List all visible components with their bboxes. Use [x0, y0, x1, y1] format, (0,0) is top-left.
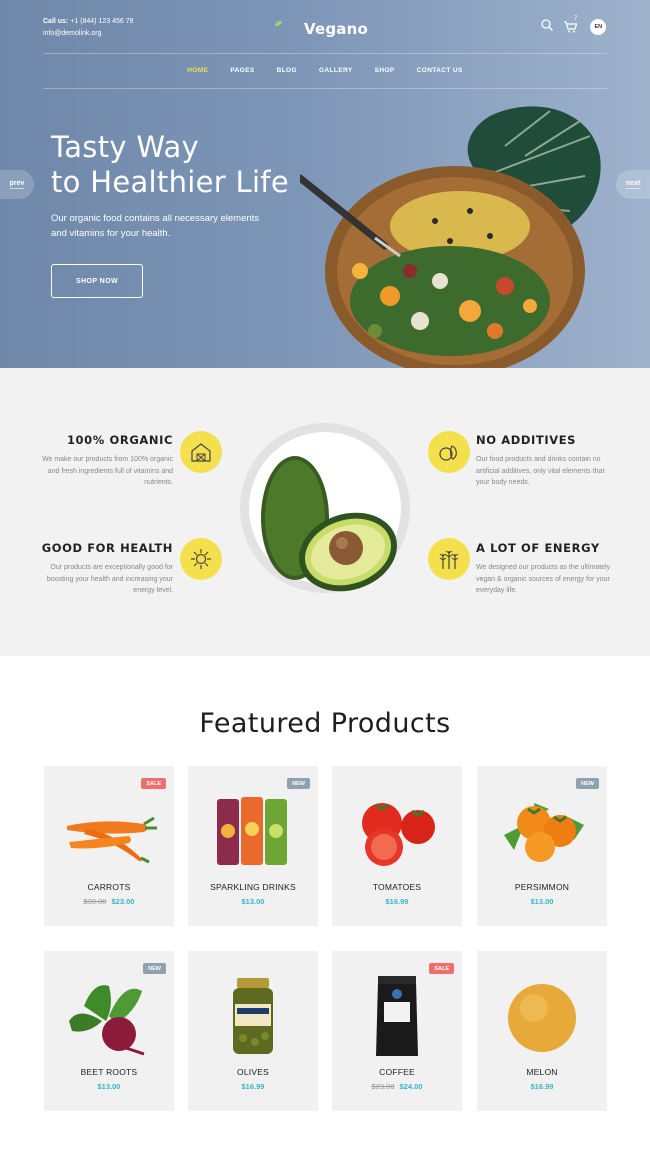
main-nav: HOME PAGES BLOG GALLERY SHOP CONTACT US [0, 67, 650, 74]
current-price: $13.00 [241, 897, 265, 906]
logo-text: Vegano [304, 20, 369, 38]
hero-section: Call us: +1 (844) 123 456 78 info@demoli… [0, 0, 650, 368]
slider-next-button[interactable]: next [616, 170, 650, 199]
nav-pages[interactable]: PAGES [230, 67, 254, 74]
product-card-coffee[interactable]: SALE COFFEE $23.00 $24.00 [332, 951, 462, 1111]
product-card-tomatoes[interactable]: TOMATOES $16.99 [332, 766, 462, 926]
product-price: $16.99 [477, 1082, 607, 1091]
cart-button[interactable]: 7 [563, 16, 580, 33]
sparkling-drinks-image [203, 786, 303, 876]
coffee-image [347, 971, 447, 1061]
nav-blog[interactable]: BLOG [277, 67, 297, 74]
search-icon[interactable] [541, 18, 553, 36]
feature-health: GOOD FOR HEALTH Our products are excepti… [30, 541, 173, 597]
product-card-carrots[interactable]: SALE CARROTS $30.00 $23.00 [44, 766, 174, 926]
current-price: $13.00 [530, 897, 554, 906]
product-price: $16.99 [188, 1082, 318, 1091]
old-price: $30.00 [83, 897, 107, 906]
slider-prev-button[interactable]: prev [0, 170, 34, 199]
product-price: $16.99 [332, 897, 462, 906]
persimmon-image [492, 786, 592, 876]
nav-home[interactable]: HOME [187, 67, 208, 74]
email-link[interactable]: info@demolink.org [43, 28, 134, 40]
call-label: Call us: [43, 18, 69, 25]
shop-now-button[interactable]: SHOP NOW [51, 264, 143, 298]
sun-icon [180, 538, 222, 580]
feature-energy-text: We designed our products as the ultimate… [476, 564, 611, 594]
product-price: $23.00 $24.00 [332, 1082, 462, 1091]
hero-salad-bowl-image [300, 106, 601, 368]
wheat-icon [428, 538, 470, 580]
featured-products-title: Featured Products [199, 708, 451, 739]
leaf-icon [275, 21, 282, 26]
product-name[interactable]: PERSIMMON [477, 882, 607, 892]
phone-number[interactable]: +1 (844) 123 456 78 [70, 18, 133, 25]
nav-divider-bottom [43, 88, 607, 89]
feature-organic-text: We make our products from 100% organic a… [42, 456, 173, 486]
current-price: $24.00 [399, 1082, 423, 1091]
nav-shop[interactable]: SHOP [375, 67, 395, 74]
melon-image [492, 971, 592, 1061]
product-name[interactable]: BEET ROOTS [44, 1067, 174, 1077]
feature-energy-title: A LOT OF ENERGY [476, 541, 600, 555]
current-price: $16.99 [241, 1082, 265, 1091]
logo[interactable]: Vegano [275, 20, 369, 38]
current-price: $16.99 [530, 1082, 554, 1091]
product-card-melon[interactable]: MELON $16.99 [477, 951, 607, 1111]
current-price: $13.00 [97, 1082, 121, 1091]
hero-subtitle: Our organic food contains all necessary … [51, 213, 260, 239]
cart-count: 7 [574, 16, 578, 22]
current-price: $16.99 [385, 897, 409, 906]
feature-health-text: Our products are exceptionally good for … [46, 564, 173, 594]
feature-no-additives: NO ADDITIVES Our food products and drink… [476, 433, 611, 489]
feature-additives-title: NO ADDITIVES [476, 433, 577, 447]
language-switcher[interactable]: EN [590, 19, 607, 35]
product-name[interactable]: SPARKLING DRINKS [188, 882, 318, 892]
next-label: next [625, 180, 641, 189]
beet-roots-image [59, 971, 159, 1061]
nav-divider-top [43, 53, 607, 54]
nav-gallery[interactable]: GALLERY [319, 67, 353, 74]
feature-organic: 100% ORGANIC We make our products from 1… [30, 433, 173, 489]
product-card-persimmon[interactable]: NEW PERSIMMON $13.00 [477, 766, 607, 926]
feature-energy: A LOT OF ENERGY We designed our products… [476, 541, 611, 597]
old-price: $23.00 [371, 1082, 395, 1091]
avocado-image [261, 456, 397, 592]
product-name[interactable]: TOMATOES [332, 882, 462, 892]
product-card-sparkling-drinks[interactable]: NEW SPARKLING DRINKS $13.00 [188, 766, 318, 926]
product-name[interactable]: MELON [477, 1067, 607, 1077]
product-name[interactable]: COFFEE [332, 1067, 462, 1077]
product-card-beet-roots[interactable]: NEW BEET ROOTS $13.00 [44, 951, 174, 1111]
product-price: $30.00 $23.00 [44, 897, 174, 906]
product-price: $13.00 [188, 897, 318, 906]
barn-icon [180, 431, 222, 473]
header-actions: 7 EN [541, 16, 607, 36]
tomatoes-image [347, 786, 447, 876]
olives-image [203, 971, 303, 1061]
product-name[interactable]: OLIVES [188, 1067, 318, 1077]
feature-additives-text: Our food products and drinks contain no … [476, 456, 605, 486]
carrots-image [59, 786, 159, 876]
fruits-icon [428, 431, 470, 473]
header-contact: Call us: +1 (844) 123 456 78 info@demoli… [43, 16, 134, 40]
product-name[interactable]: CARROTS [44, 882, 174, 892]
product-price: $13.00 [477, 897, 607, 906]
feature-organic-title: 100% ORGANIC [66, 433, 173, 447]
hero-title: Tasty Way to Healthier Life [51, 130, 289, 200]
feature-health-title: GOOD FOR HEALTH [41, 541, 173, 555]
nav-contact[interactable]: CONTACT US [417, 67, 463, 74]
product-card-olives[interactable]: OLIVES $16.99 [188, 951, 318, 1111]
hero-title-line1: Tasty Way [51, 130, 199, 164]
current-price: $23.00 [111, 897, 135, 906]
prev-label: prev [9, 180, 25, 189]
product-price: $13.00 [44, 1082, 174, 1091]
hero-title-line2: to Healthier Life [51, 165, 289, 199]
